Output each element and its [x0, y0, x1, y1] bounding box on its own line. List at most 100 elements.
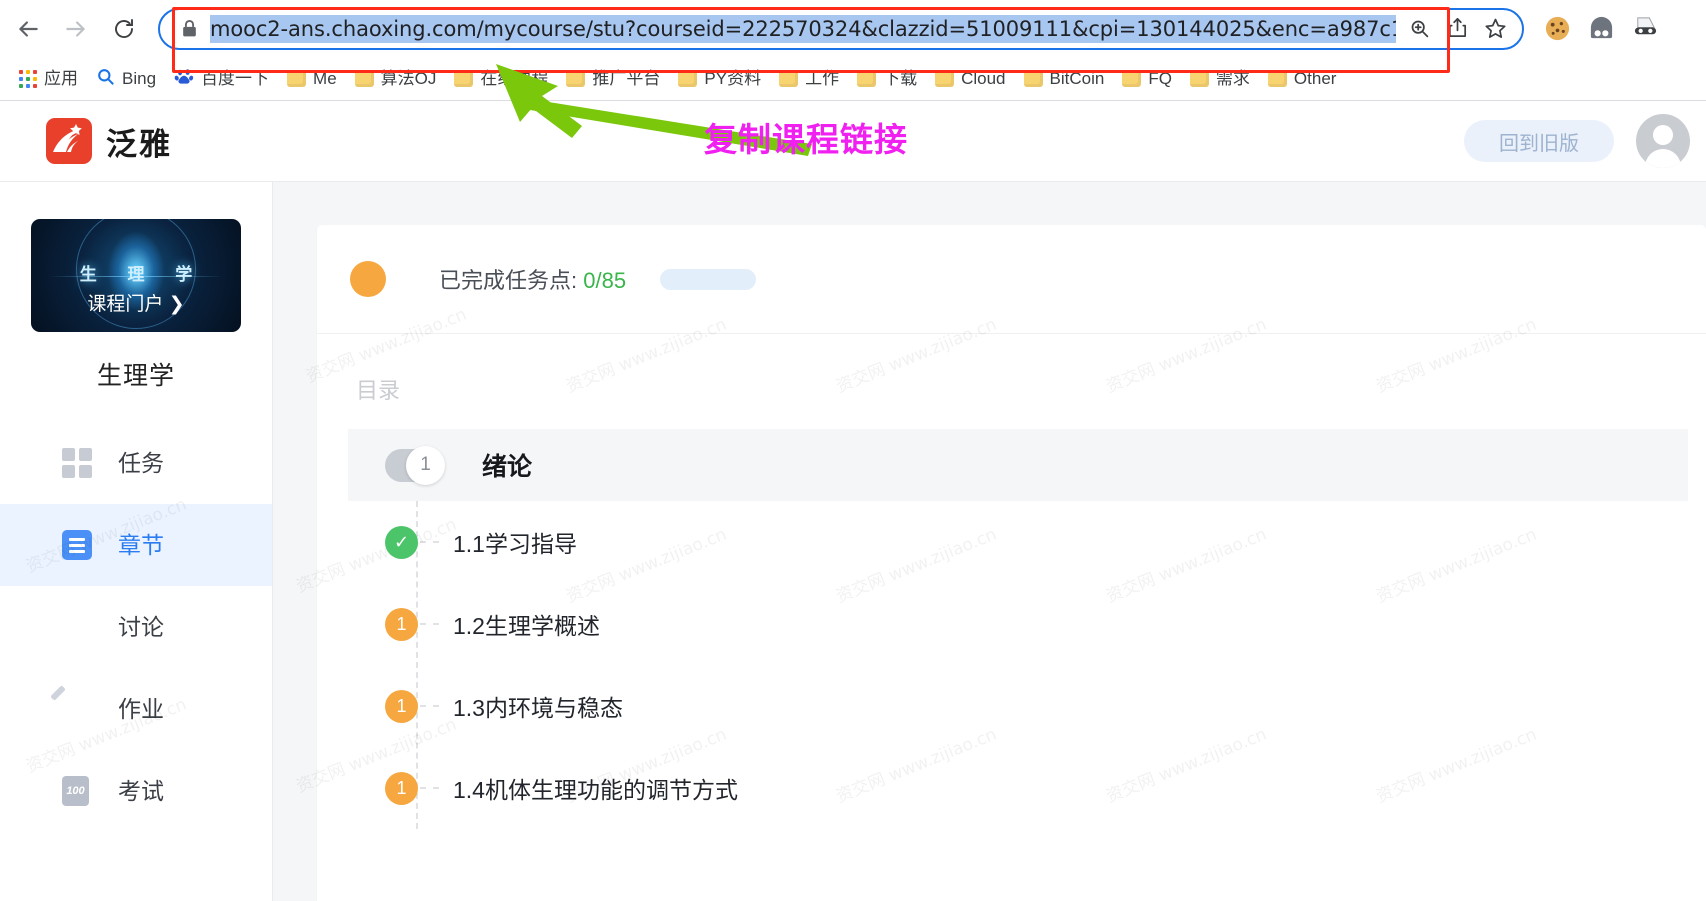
lesson-dash — [420, 623, 439, 625]
exam-icon: 100 — [62, 776, 92, 806]
sidebar-item-label: 任务 — [118, 450, 164, 476]
incognito-icon[interactable] — [1630, 14, 1660, 44]
omnibox-actions — [1402, 12, 1512, 46]
bookmark-label: 需求 — [1215, 68, 1250, 88]
extension-icon[interactable] — [1586, 14, 1616, 44]
sidebar-item-label: 作业 — [118, 696, 164, 722]
lesson-status-todo-icon: 1 — [385, 607, 418, 641]
progress-bar — [660, 268, 757, 290]
course-portal-card[interactable]: 生 理 学 课程门户 ❯ — [31, 219, 241, 332]
old-version-button[interactable]: 回到旧版 — [1464, 120, 1614, 162]
sidebar: 生 理 学 课程门户 ❯ 生理学 任务 章节 讨论 作业 100 考试 — [0, 182, 273, 901]
progress-value: 0/85 — [583, 268, 627, 293]
bookmark-bitcoin[interactable]: BitCoin — [1015, 63, 1114, 95]
main-content: 已完成任务点: 0/85 目录 1 绪论 ✓ 1.1学习指导 1 1.2生理学概… — [273, 182, 1706, 901]
baidu-icon — [174, 67, 194, 91]
progress-label-text: 已完成任务点: — [439, 268, 578, 293]
reload-button[interactable] — [104, 9, 144, 49]
lesson-item[interactable]: 1 1.4机体生理功能的调节方式 — [348, 747, 1706, 829]
sidebar-item-discussion[interactable]: 讨论 — [0, 586, 272, 668]
folder-icon — [1122, 70, 1142, 87]
folder-icon — [1267, 70, 1287, 87]
reload-icon — [115, 18, 133, 38]
avatar[interactable] — [1636, 114, 1690, 168]
bookmark-label: Me — [313, 68, 337, 88]
forward-button[interactable] — [56, 9, 96, 49]
bookmark-label: BitCoin — [1049, 68, 1105, 88]
bookmark-label: 百度一下 — [201, 68, 270, 88]
chapter-header[interactable]: 1 绪论 — [348, 429, 1688, 501]
bookmark-label: 下载 — [883, 68, 918, 88]
chaoxing-logo-icon — [46, 118, 92, 164]
tasks-icon — [62, 448, 92, 478]
catalog-title: 目录 — [356, 378, 401, 403]
course-cover-title: 生 理 学 — [79, 265, 206, 284]
homework-icon — [62, 694, 92, 724]
sidebar-item-tasks[interactable]: 任务 — [0, 422, 272, 504]
lesson-status-todo-icon: 1 — [385, 771, 418, 805]
chapter-list-icon — [62, 530, 92, 560]
folder-icon — [1023, 70, 1043, 87]
apps-grid-icon — [19, 69, 37, 88]
lesson-status-done-icon: ✓ — [385, 525, 418, 559]
course-portal-label: 课程门户 — [87, 294, 164, 315]
lesson-item[interactable]: 1 1.2生理学概述 — [348, 583, 1706, 665]
lesson-label: 1.3内环境与稳态 — [453, 695, 623, 721]
chapters-panel: 已完成任务点: 0/85 目录 1 绪论 ✓ 1.1学习指导 1 1.2生理学概… — [317, 225, 1706, 901]
lesson-dash — [420, 705, 439, 707]
folder-icon — [354, 70, 374, 87]
browser-toolbar: mooc2-ans.chaoxing.com/mycourse/stu?cour… — [0, 0, 1706, 57]
zoom-icon[interactable] — [1402, 12, 1436, 46]
folder-icon — [857, 70, 877, 87]
sidebar-item-exam[interactable]: 100 考试 — [0, 750, 272, 832]
chapter-toggle[interactable]: 1 — [385, 445, 445, 485]
progress-label: 已完成任务点: 0/85 — [439, 263, 626, 295]
bookmark-me[interactable]: Me — [278, 63, 346, 95]
folder-icon — [454, 70, 474, 87]
bookmark-fq[interactable]: FQ — [1113, 63, 1181, 95]
bookmark-label: 算法OJ — [380, 68, 437, 88]
sidebar-item-label: 章节 — [118, 532, 164, 558]
bookmark-other[interactable]: Other — [1259, 63, 1346, 95]
lesson-status-todo-icon: 1 — [385, 689, 418, 723]
bookmark-label: Bing — [122, 68, 157, 88]
cookie-icon[interactable] — [1542, 14, 1572, 44]
bookmark-downloads[interactable]: 下载 — [848, 63, 926, 95]
address-bar[interactable]: mooc2-ans.chaoxing.com/mycourse/stu?cour… — [158, 7, 1524, 50]
sidebar-item-homework[interactable]: 作业 — [0, 668, 272, 750]
browser-chrome: mooc2-ans.chaoxing.com/mycourse/stu?cour… — [0, 0, 1706, 101]
bookmark-baidu[interactable]: 百度一下 — [165, 63, 278, 95]
lesson-label: 1.1学习指导 — [453, 531, 577, 557]
bookmark-requirements[interactable]: 需求 — [1181, 63, 1259, 95]
bookmarks-bar: 应用 Bing 百度一下 Me 算法OJ 推广平台 PY资料 工作 下载 Clo… — [0, 57, 1706, 101]
back-button[interactable] — [8, 9, 48, 49]
url-text[interactable]: mooc2-ans.chaoxing.com/mycourse/stu?cour… — [210, 14, 1396, 43]
chevron-right-icon: ❯ — [168, 294, 185, 315]
folder-icon — [287, 70, 307, 87]
brand[interactable]: 泛雅 — [46, 118, 172, 164]
header-actions: 回到旧版 — [1464, 114, 1690, 168]
lesson-item[interactable]: 1 1.3内环境与稳态 — [348, 665, 1706, 747]
lesson-list: ✓ 1.1学习指导 1 1.2生理学概述 1 1.3内环境与稳态 1 1.4机体… — [348, 501, 1706, 829]
forward-arrow-icon — [66, 20, 85, 37]
folder-icon — [1189, 70, 1209, 87]
star-icon[interactable] — [1478, 12, 1512, 46]
sidebar-menu: 任务 章节 讨论 作业 100 考试 — [0, 422, 272, 832]
extension-toolbar — [1542, 14, 1660, 44]
progress-row: 已完成任务点: 0/85 — [317, 225, 1706, 334]
bookmark-apps[interactable]: 应用 — [10, 63, 87, 95]
course-portal-link[interactable]: 课程门户 ❯ — [31, 289, 241, 316]
share-icon[interactable] — [1440, 12, 1474, 46]
course-name: 生理学 — [96, 362, 175, 390]
bookmark-bing[interactable]: Bing — [87, 63, 165, 95]
sidebar-item-label: 讨论 — [118, 614, 164, 640]
lesson-item[interactable]: ✓ 1.1学习指导 — [348, 501, 1706, 583]
page-content: 泛雅 回到旧版 生 理 学 课程门户 ❯ 生理学 任务 章节 讨论 作业 100… — [0, 101, 1706, 901]
bookmark-cloud[interactable]: Cloud — [926, 63, 1014, 95]
chapter-number: 1 — [406, 445, 445, 485]
sidebar-item-label: 考试 — [118, 778, 164, 804]
lesson-label: 1.4机体生理功能的调节方式 — [453, 777, 738, 803]
lesson-dash — [420, 541, 439, 543]
bookmark-suanfaoj[interactable]: 算法OJ — [346, 63, 446, 95]
sidebar-item-chapters[interactable]: 章节 — [0, 504, 272, 586]
